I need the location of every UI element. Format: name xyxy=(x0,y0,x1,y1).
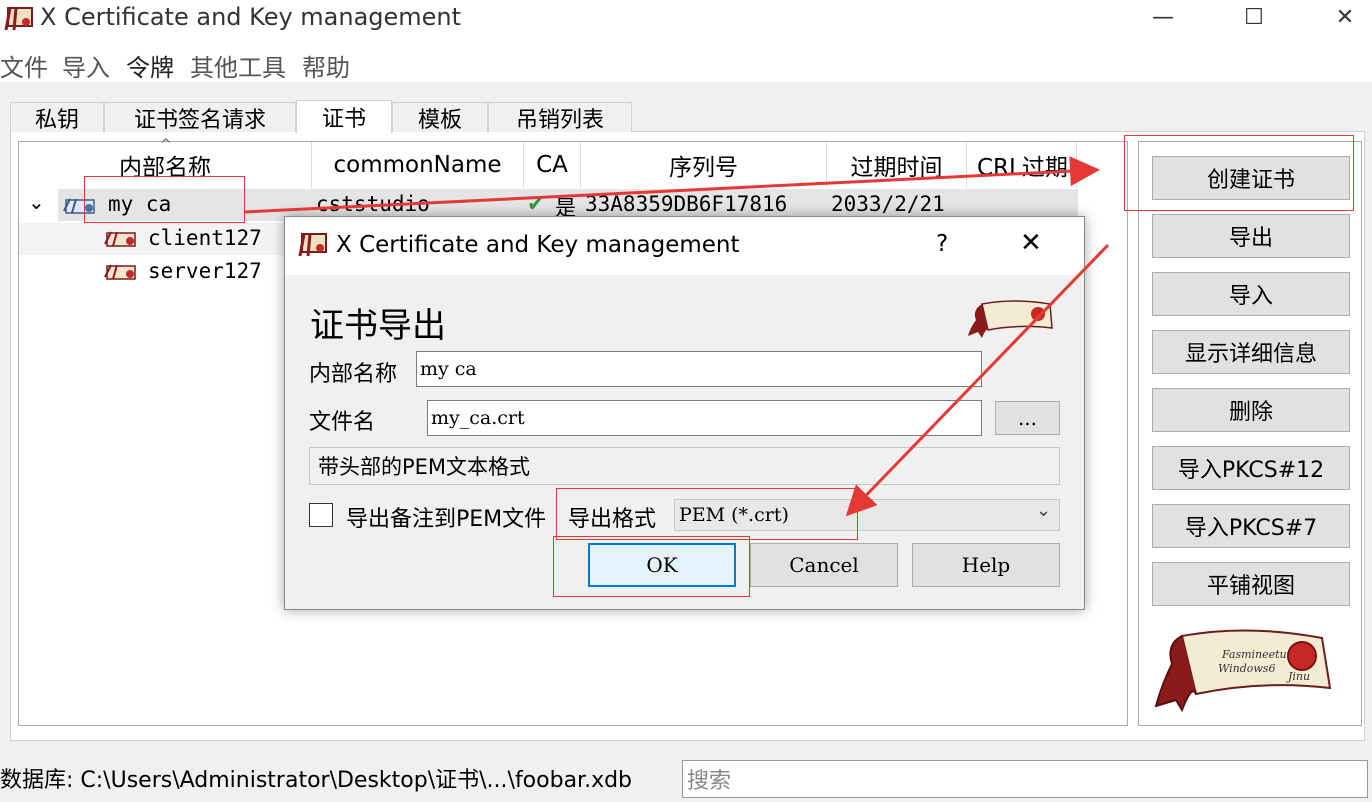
tab-certificates[interactable]: 证书 xyxy=(296,100,392,133)
search-input[interactable]: 搜索 xyxy=(682,760,1368,798)
tile-view-button[interactable]: 平铺视图 xyxy=(1152,562,1350,606)
column-expiry[interactable]: 过期时间 xyxy=(827,142,967,188)
export-button[interactable]: 导出 xyxy=(1152,214,1350,258)
tree-item-client: client127 xyxy=(148,226,262,250)
tree-item-expiry: 2033/2/21 xyxy=(831,192,945,216)
dialog-title: X Certificate and Key management xyxy=(336,232,740,258)
column-crl-expiry[interactable]: CRL过期 xyxy=(967,142,1077,188)
column-serial[interactable]: 序列号 xyxy=(581,142,827,188)
tree-item-server: server127 xyxy=(148,259,262,283)
export-comment-checkbox[interactable] xyxy=(309,503,333,527)
context-help-icon[interactable]: ? xyxy=(936,231,948,257)
tree-item-common-name: cststudio xyxy=(316,192,430,216)
tab-crl[interactable]: 吊销列表 xyxy=(488,102,632,133)
dialog-app-icon xyxy=(298,233,327,257)
certificate-icon xyxy=(104,231,136,247)
import-button[interactable]: 导入 xyxy=(1152,272,1350,316)
cancel-button[interactable]: Cancel xyxy=(750,543,898,587)
certificate-icon xyxy=(104,264,136,280)
menu-tools[interactable]: 其他工具 xyxy=(190,48,286,83)
annotation-box-format xyxy=(556,488,858,540)
delete-button[interactable]: 删除 xyxy=(1152,388,1350,432)
menu-file[interactable]: 文件 xyxy=(0,48,48,83)
filename-input[interactable]: my_ca.crt xyxy=(427,400,982,436)
annotation-box-ok xyxy=(553,536,750,597)
column-common-name[interactable]: commonName xyxy=(312,142,524,188)
tab-private-keys[interactable]: 私钥 xyxy=(10,102,104,133)
tab-csr[interactable]: 证书签名请求 xyxy=(104,102,296,133)
expand-chevron-icon[interactable]: ⌄ xyxy=(28,190,45,214)
maximize-icon[interactable]: ☐ xyxy=(1224,0,1284,34)
menu-help[interactable]: 帮助 xyxy=(302,48,350,83)
menu-token[interactable]: 令牌 xyxy=(126,48,174,83)
window-title: X Certificate and Key management xyxy=(40,3,462,31)
import-pkcs12-button[interactable]: 导入PKCS#12 xyxy=(1152,446,1350,490)
export-comment-label: 导出备注到PEM文件 xyxy=(346,507,547,532)
dialog-heading: 证书导出 xyxy=(310,306,446,346)
internal-name-input[interactable]: my ca xyxy=(416,351,982,387)
show-details-button[interactable]: 显示详细信息 xyxy=(1152,330,1350,374)
logo-text-line3: Jinu xyxy=(1286,670,1310,683)
database-path: 数据库: C:\Users\Administrator\Desktop\证书\.… xyxy=(0,768,633,793)
logo-text-line2: Windows6 xyxy=(1218,662,1275,675)
menu-import[interactable]: 导入 xyxy=(62,48,110,83)
check-icon: ✔ xyxy=(527,192,545,216)
scroll-logo-icon: Fasmineetu Windows6 Jinu xyxy=(1154,629,1332,713)
browse-button[interactable]: ... xyxy=(995,401,1060,435)
logo-text-line1: Fasmineetu xyxy=(1221,648,1287,661)
annotation-box-create xyxy=(1124,135,1354,211)
app-icon xyxy=(4,7,33,31)
chevron-down-icon: ⌄ xyxy=(1036,500,1052,521)
tree-item-serial: 33A8359DB6F17816 xyxy=(585,192,788,216)
help-button[interactable]: Help xyxy=(912,543,1060,587)
annotation-box-my-ca xyxy=(84,176,245,223)
filename-label: 文件名 xyxy=(309,410,376,435)
minimize-icon[interactable]: — xyxy=(1133,0,1193,34)
column-ca[interactable]: CA xyxy=(524,142,581,188)
close-icon[interactable]: ✕ xyxy=(1315,0,1372,34)
import-pkcs7-button[interactable]: 导入PKCS#7 xyxy=(1152,504,1350,548)
dialog-close-icon[interactable]: ✕ xyxy=(1020,228,1042,258)
sort-indicator-icon: ^ xyxy=(160,137,172,153)
internal-name-label: 内部名称 xyxy=(309,362,398,387)
format-description: 带头部的PEM文本格式 xyxy=(309,447,1060,485)
dialog-logo-icon xyxy=(968,300,1053,338)
tab-templates[interactable]: 模板 xyxy=(392,102,488,133)
